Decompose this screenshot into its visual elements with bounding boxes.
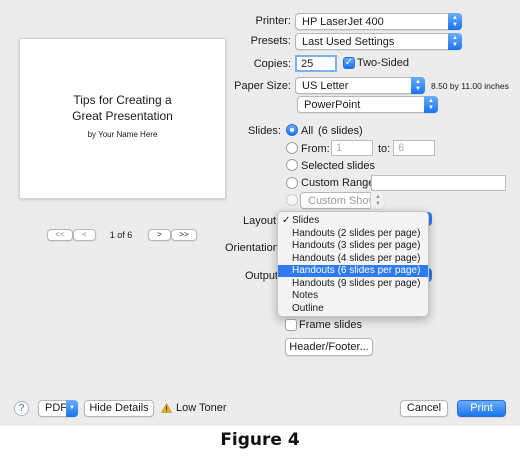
layout-option-label: Slides [292,215,320,226]
section-select[interactable]: PowerPoint ▲ ▼ [297,96,438,113]
help-label: ? [18,403,25,414]
chevron-down-icon: ▼ [66,400,78,417]
preview-subtitle: by Your Name Here [87,130,158,139]
chevron-updown-icon: ▲ ▼ [424,96,438,113]
hide-details-button[interactable]: Hide Details [84,400,154,417]
checkmark-icon: ✓ [282,215,291,226]
previous-page-button[interactable]: < [73,229,96,241]
pdf-menu-button[interactable]: PDF ▼ [38,400,78,417]
layout-label: Layout [242,215,276,227]
slides-count: (6 slides) [318,125,363,137]
slides-selected-label: Selected slides [301,160,375,172]
section-value: PowerPoint [304,99,361,111]
frame-slides-label: Frame slides [299,319,362,331]
slides-custom-range-radio[interactable] [286,177,298,189]
presets-select[interactable]: Last Used Settings ▲ ▼ [295,33,462,50]
layout-option-outline[interactable]: Outline [278,303,428,315]
paper-size-select[interactable]: US Letter ▲ ▼ [295,77,425,94]
figure-caption: Figure 4 [220,430,300,450]
layout-option-slides[interactable]: ✓ Slides [278,215,428,227]
paper-dimensions: 8.50 by 11.00 inches [431,81,509,91]
slides-to-label: to: [378,143,391,155]
help-button[interactable]: ? [14,401,29,416]
paper-size-value: US Letter [302,80,349,92]
cancel-button[interactable]: Cancel [400,400,448,417]
next-page-button[interactable]: > [148,229,171,241]
last-page-button[interactable]: >> [171,229,197,241]
slides-custom-range-label: Custom Range: [301,177,378,189]
chevron-updown-icon: ▲ ▼ [411,77,425,94]
layout-option-handouts-3[interactable]: Handouts (3 slides per page) [278,240,428,252]
chevron-updown-icon: ▲ ▼ [448,13,462,30]
pdf-label: PDF [45,402,67,414]
preview-title-line1: Tips for Creating a [73,93,172,107]
chevron-updown-icon: ▲ ▼ [448,33,462,50]
page-indicator: 1 of 6 [109,230,133,240]
slides-to-field[interactable]: 6 [393,140,435,156]
printer-select[interactable]: HP LaserJet 400 ▲ ▼ [295,13,462,30]
slides-all-radio[interactable] [286,124,298,136]
layout-menu: ✓ Slides Handouts (2 slides per page) Ha… [277,211,429,317]
slides-label: Slides: [247,125,281,137]
printer-label: Printer: [255,15,291,27]
layout-option-handouts-6[interactable]: Handouts (6 slides per page) [278,265,428,277]
warning-icon [161,403,172,413]
presets-label: Presets: [250,35,291,47]
slides-from-field[interactable]: 1 [331,140,373,156]
custom-range-field[interactable] [371,175,506,191]
chevron-updown-icon: ▲ ▼ [370,192,384,209]
slides-custom-shows-radio[interactable] [286,194,298,206]
print-button[interactable]: Print [457,400,506,417]
layout-option-notes[interactable]: Notes [278,290,428,302]
paper-size-label: Paper Size: [234,80,291,92]
output-label: Output [244,270,278,282]
layout-option-handouts-4[interactable]: Handouts (4 slides per page) [278,253,428,265]
two-sided-checkbox[interactable]: ✓ [343,57,355,69]
first-page-button[interactable]: << [47,229,73,241]
slides-from-label: From: [301,143,330,155]
slides-from-radio[interactable] [286,142,298,154]
copies-field[interactable]: 25 [295,55,337,72]
two-sided-label: Two-Sided [357,57,409,69]
printer-value: HP LaserJet 400 [302,16,384,28]
orientation-label: Orientation [225,242,279,254]
low-toner-label: Low Toner [176,402,227,414]
slides-selected-radio[interactable] [286,159,298,171]
print-dialog: Tips for Creating a Great Presentation b… [0,0,520,426]
preview-title-line2: Great Presentation [72,109,173,123]
copies-label: Copies: [253,58,291,70]
frame-slides-checkbox[interactable] [285,319,297,331]
layout-option-handouts-2[interactable]: Handouts (2 slides per page) [278,228,428,240]
presets-value: Last Used Settings [302,36,395,48]
layout-option-handouts-9[interactable]: Handouts (9 slides per page) [278,278,428,290]
slide-preview: Tips for Creating a Great Presentation b… [19,38,226,199]
header-footer-button[interactable]: Header/Footer... [285,338,373,356]
custom-shows-select[interactable]: Custom Shows ▲ ▼ [300,192,384,209]
slides-all-label: All [301,125,314,137]
